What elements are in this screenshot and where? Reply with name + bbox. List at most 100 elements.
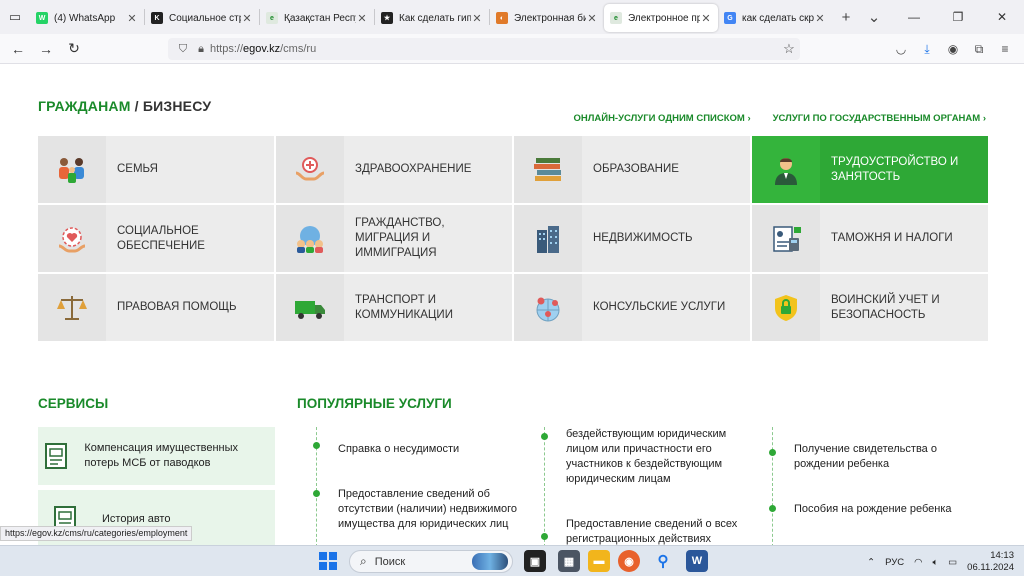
scales-icon <box>38 274 106 341</box>
maps-pin-icon[interactable]: ⚲ <box>652 550 674 572</box>
browser-tab[interactable]: Gкак сделать скри ✕ <box>718 4 832 32</box>
language-indicator[interactable]: РУС <box>885 557 904 568</box>
taskbar-search[interactable]: ⌕ Поиск <box>349 550 513 573</box>
download-icon[interactable]: ⤓ <box>916 38 938 60</box>
clock[interactable]: 14:13 06.11.2024 <box>967 550 1014 574</box>
category-tile[interactable]: ГРАЖДАНСТВО, МИГРАЦИЯ И ИММИГРАЦИЯ <box>276 205 512 272</box>
system-tray: ⌃ РУС ◠ 🔈︎ ▭ 14:13 06.11.2024 <box>867 548 1014 576</box>
category-tile[interactable]: ВОИНСКИЙ УЧЕТ И БЕЗОПАСНОСТЬ <box>752 274 988 341</box>
timeline-dot <box>313 442 320 449</box>
category-tile[interactable]: ТРУДОУСТРОЙСТВО И ЗАНЯТОСТЬ <box>752 136 988 203</box>
category-tile[interactable]: ПРАВОВАЯ ПОМОЩЬ <box>38 274 274 341</box>
shield-icon[interactable]: ⛉ <box>174 43 192 56</box>
url-protocol: https:// <box>210 43 244 55</box>
tab-close-icon[interactable]: ✕ <box>126 12 138 25</box>
browser-tab[interactable]: e Қазақстан Респуб✕ <box>260 4 374 32</box>
task-view-icon[interactable]: ▣ <box>524 550 546 572</box>
url-host: egov.kz <box>243 43 281 55</box>
timeline-dot <box>769 505 776 512</box>
wifi-icon[interactable]: ◠ <box>914 557 922 568</box>
extensions-icon[interactable]: ⧉ <box>968 38 990 60</box>
tab-close-icon[interactable]: ✕ <box>586 12 598 25</box>
browser-tab[interactable]: e Электронное пра ✕ <box>604 4 718 32</box>
category-tile[interactable]: НЕДВИЖИМОСТЬ <box>514 205 750 272</box>
popular-service-link[interactable]: Предоставление сведений об отсутствии (н… <box>338 487 518 532</box>
toolbar-icons: ◡ ⤓ ◉ ⧉ ≡ <box>890 38 1016 60</box>
employee-icon <box>752 136 820 203</box>
back-icon[interactable]: ← <box>4 35 32 63</box>
tab-close-icon[interactable]: ✕ <box>700 12 712 25</box>
online-services-link[interactable]: ОНЛАЙН-УСЛУГИ ОДНИМ СПИСКОМ › <box>573 113 750 124</box>
tab-title: Қазақстан Респуб <box>284 12 356 24</box>
tab-favicon-icon: W <box>36 12 48 24</box>
category-label: СЕМЬЯ <box>117 163 158 175</box>
volume-icon[interactable]: 🔈︎ <box>932 557 938 568</box>
category-tile[interactable]: ТАМОЖНЯ И НАЛОГИ <box>752 205 988 272</box>
chevron-down-icon[interactable]: ⌄ <box>860 8 888 26</box>
buildings-icon <box>514 205 582 272</box>
browser-tab[interactable]: ★ Как сделать гипе ✕ <box>375 4 489 32</box>
popular-service-link[interactable]: Предоставление сведений о всех регистрац… <box>566 517 746 545</box>
category-label: ЗДРАВООХРАНЕНИЕ <box>355 163 472 175</box>
service-card[interactable]: Компенсация имущественных потерь МСБ от … <box>38 427 275 485</box>
tab-list-icon[interactable]: ▭ <box>0 0 30 34</box>
category-tile[interactable]: КОНСУЛЬСКИЕ УСЛУГИ <box>514 274 750 341</box>
agencies-services-link[interactable]: УСЛУГИ ПО ГОСУДАРСТВЕННЫМ ОРГАНАМ › <box>773 113 986 124</box>
timeline-dot <box>541 433 548 440</box>
tab-bar: ▭ W (4) WhatsApp ✕ K Социальное стр ✕ e Қазақст… <box>0 0 1024 34</box>
healthcare-icon <box>276 136 344 203</box>
tab-favicon-icon: G <box>724 12 736 24</box>
popular-service-link[interactable]: бездействующим юридическим лицом или при… <box>566 427 746 487</box>
minimize-icon[interactable]: — <box>892 0 936 34</box>
windows-start-icon[interactable] <box>319 552 337 570</box>
browser-tab[interactable]: ◐ Электронная биб✕ <box>490 4 604 32</box>
account-icon[interactable]: ◉ <box>942 38 964 60</box>
search-placeholder: Поиск <box>374 555 406 568</box>
chevron-up-icon[interactable]: ⌃ <box>867 557 875 568</box>
page-content: ГРАЖДАНАМ / БИЗНЕСУ ОНЛАЙН-УСЛУГИ ОДНИМ … <box>0 65 1024 545</box>
firefox-icon[interactable]: ◉ <box>618 550 640 572</box>
heading-business[interactable]: БИЗНЕСУ <box>143 98 211 114</box>
tab-title: (4) WhatsApp <box>54 12 116 24</box>
browser-tab[interactable]: K Социальное стр ✕ <box>145 4 259 32</box>
tab-title: как сделать скри <box>742 12 814 24</box>
popular-service-link[interactable]: Пособия на рождение ребенка <box>794 502 974 517</box>
category-tile[interactable]: СЕМЬЯ <box>38 136 274 203</box>
restore-icon[interactable]: ❐ <box>936 0 980 34</box>
heading-citizens[interactable]: ГРАЖДАНАМ <box>38 98 131 114</box>
popular-service-link[interactable]: Справка о несудимости <box>338 442 518 457</box>
service-label: История авто <box>102 512 171 525</box>
category-tile[interactable]: ЗДРАВООХРАНЕНИЕ <box>276 136 512 203</box>
tab-close-icon[interactable]: ✕ <box>356 12 368 25</box>
tab-favicon-icon: ◐ <box>496 12 508 24</box>
tab-title: Электронное пра <box>628 12 700 24</box>
popular-service-link[interactable]: Получение свидетельства о рождении ребен… <box>794 442 974 472</box>
category-label: ВОИНСКИЙ УЧЕТ И БЕЗОПАСНОСТЬ <box>831 293 940 321</box>
battery-icon[interactable]: ▭ <box>948 557 957 568</box>
forward-icon[interactable]: → <box>32 35 60 63</box>
new-tab-icon[interactable]: + <box>832 9 860 26</box>
browser-tab[interactable]: W (4) WhatsApp ✕ <box>30 4 144 32</box>
bookmark-star-icon[interactable]: ☆ <box>778 41 800 57</box>
tab-close-icon[interactable]: ✕ <box>241 12 253 25</box>
truck-icon <box>276 274 344 341</box>
timeline-line <box>544 427 545 545</box>
tab-close-icon[interactable]: ✕ <box>471 12 483 25</box>
reload-icon[interactable]: ↻ <box>60 35 88 63</box>
category-tile[interactable]: ТРАНСПОРТ И КОММУНИКАЦИИ <box>276 274 512 341</box>
close-icon[interactable]: ✕ <box>980 0 1024 34</box>
word-icon[interactable]: W <box>686 550 708 572</box>
menu-icon[interactable]: ≡ <box>994 38 1016 60</box>
category-tile[interactable]: СОЦИАЛЬНОЕ ОБЕСПЕЧЕНИЕ <box>38 205 274 272</box>
heading-separator: / <box>134 98 139 114</box>
taskbar: ⌕ Поиск ▣ ▦ ▬ ◉ ⚲ W ⌃ РУС ◠ 🔈︎ ▭ 14:13 0… <box>0 545 1024 576</box>
pocket-icon[interactable]: ◡ <box>890 38 912 60</box>
url-bar[interactable]: ⛉ 🔒︎ https:// egov.kz /cms/ru ☆ <box>168 38 800 60</box>
widgets-icon[interactable]: ▦ <box>558 550 580 572</box>
tab-title: Электронная биб <box>514 12 586 24</box>
tab-favicon-icon: K <box>151 12 163 24</box>
globe-pin-icon <box>514 274 582 341</box>
file-explorer-icon[interactable]: ▬ <box>588 550 610 572</box>
tab-close-icon[interactable]: ✕ <box>814 12 826 25</box>
category-tile[interactable]: ОБРАЗОВАНИЕ <box>514 136 750 203</box>
